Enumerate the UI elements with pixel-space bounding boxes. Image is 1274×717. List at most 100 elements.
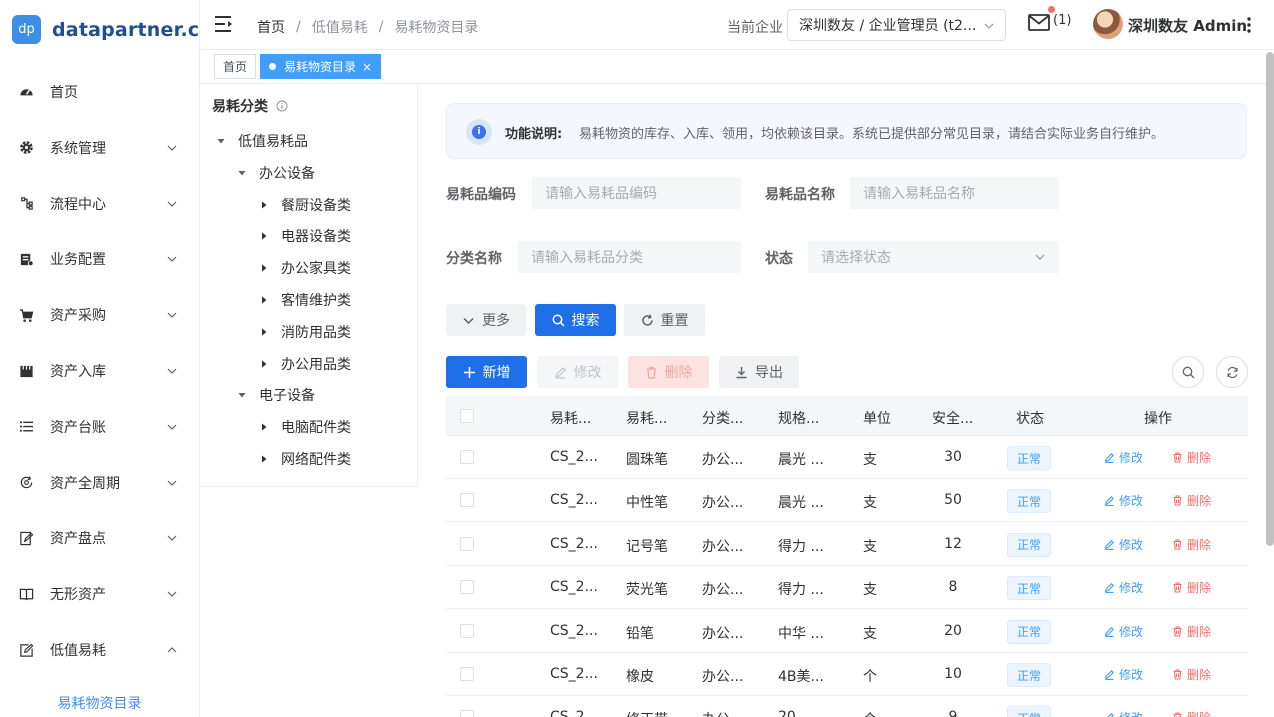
row-edit-link[interactable]: 修改: [1104, 492, 1143, 509]
sidebar-item-5[interactable]: 资产入库: [0, 343, 199, 399]
more-button[interactable]: 更多: [446, 304, 526, 336]
row-checkbox[interactable]: [460, 623, 474, 638]
caret-right-icon[interactable]: [259, 231, 269, 241]
tree-node[interactable]: 低值易耗品: [216, 128, 308, 154]
edit-button[interactable]: 修改: [537, 356, 618, 388]
row-delete-link[interactable]: 删除: [1172, 536, 1211, 553]
tree-node[interactable]: 网络配件类: [259, 446, 351, 472]
close-icon[interactable]: ×: [362, 60, 372, 74]
toggle-search-button[interactable]: [1172, 356, 1204, 388]
mail-count: (1): [1053, 13, 1072, 28]
mail-icon[interactable]: [1028, 12, 1050, 32]
cell-spec: 得力 ...: [778, 538, 824, 555]
logo[interactable]: dp datapartner.cn: [12, 15, 199, 44]
row-edit-link[interactable]: 修改: [1104, 579, 1143, 596]
tree-node[interactable]: 电器设备类: [259, 223, 351, 249]
row-checkbox[interactable]: [460, 493, 474, 508]
caret-down-icon[interactable]: [237, 390, 247, 400]
sidebar-item-9[interactable]: 无形资产: [0, 566, 199, 622]
tree-node[interactable]: 客情维护类: [259, 287, 351, 313]
table-row[interactable]: CS_2... 修正带 办公... 20... 个 9 正常 修改 删除: [446, 696, 1248, 717]
row-delete-link[interactable]: 删除: [1172, 579, 1211, 596]
delete-button[interactable]: 删除: [628, 356, 709, 388]
row-edit-link[interactable]: 修改: [1104, 666, 1143, 683]
row-edit-label: 修改: [1119, 668, 1144, 682]
sidebar-item-3[interactable]: 业务配置: [0, 231, 199, 287]
caret-right-icon[interactable]: [259, 327, 269, 337]
tree-node[interactable]: 办公家具类: [259, 255, 351, 281]
row-checkbox[interactable]: [460, 580, 474, 595]
sidebar-item-8[interactable]: 资产盘点: [0, 510, 199, 566]
row-checkbox[interactable]: [460, 536, 474, 551]
sidebar-item-6[interactable]: 资产台账: [0, 399, 199, 455]
table-row[interactable]: CS_2... 记号笔 办公... 得力 ... 支 12 正常 修改 删除: [446, 522, 1248, 566]
avatar[interactable]: [1093, 9, 1123, 39]
page-scrollbar[interactable]: [1266, 52, 1274, 546]
code-input[interactable]: 请输入易耗品编码: [532, 177, 741, 209]
tree-node[interactable]: 电子设备: [237, 382, 315, 408]
category-input[interactable]: 请输入易耗品分类: [518, 241, 741, 273]
tree-node[interactable]: 办公用品类: [259, 351, 351, 377]
chevron-down-icon: [167, 591, 177, 598]
row-edit-link[interactable]: 修改: [1104, 449, 1143, 466]
menu-toggle-icon[interactable]: [215, 15, 234, 33]
table-row[interactable]: CS_2... 荧光笔 办公... 得力 ... 支 8 正常 修改 删除: [446, 566, 1248, 610]
row-edit-link[interactable]: 修改: [1104, 623, 1143, 640]
caret-right-icon[interactable]: [259, 200, 269, 210]
caret-right-icon[interactable]: [259, 454, 269, 464]
sidebar-item-2[interactable]: 流程中心: [0, 176, 199, 232]
edit-button-label: 修改: [573, 365, 602, 381]
config-icon: [18, 251, 34, 267]
table-row[interactable]: CS_2... 橡皮 办公... 4B美... 个 10 正常 修改 删除: [446, 653, 1248, 696]
row-edit-link[interactable]: 修改: [1104, 536, 1143, 553]
info-icon[interactable]: [276, 100, 288, 112]
refresh-table-button[interactable]: [1216, 356, 1248, 388]
caret-right-icon[interactable]: [259, 422, 269, 432]
row-delete-label: 删除: [1187, 709, 1211, 717]
more-vertical-icon[interactable]: [1246, 17, 1252, 33]
chevron-down-icon: [463, 317, 474, 324]
caret-right-icon[interactable]: [259, 295, 269, 305]
caret-right-icon[interactable]: [259, 263, 269, 273]
select-all-checkbox[interactable]: [460, 409, 474, 423]
company-select[interactable]: 深圳数友 / 企业管理员 (t2...: [787, 9, 1006, 41]
row-checkbox[interactable]: [460, 710, 474, 717]
table-row[interactable]: CS_2... 中性笔 办公... 晨光 ... 支 50 正常 修改 删除: [446, 479, 1248, 523]
status-select[interactable]: 请选择状态: [808, 241, 1059, 273]
caret-down-icon[interactable]: [237, 168, 247, 178]
row-checkbox[interactable]: [460, 450, 474, 464]
tree-node[interactable]: 办公设备: [237, 160, 315, 186]
username[interactable]: 深圳数友 Admin: [1128, 15, 1247, 36]
cell-category: 办公...: [702, 452, 744, 468]
submenu-item-consumables-catalog[interactable]: 易耗物资目录: [0, 688, 199, 717]
sidebar-item-label: 系统管理: [50, 140, 106, 157]
table-row[interactable]: CS_2... 铅笔 办公... 中华 ... 支 20 正常 修改 删除: [446, 609, 1248, 653]
table-row[interactable]: CS_2... 圆珠笔 办公... 晨光 ... 支 30 正常 修改 删除: [446, 436, 1248, 479]
name-input[interactable]: 请输入易耗品名称: [850, 177, 1059, 209]
row-checkbox[interactable]: [460, 667, 474, 681]
add-button[interactable]: 新增: [446, 356, 527, 388]
row-delete-link[interactable]: 删除: [1172, 666, 1211, 683]
tree-node[interactable]: 电脑配件类: [259, 414, 351, 440]
breadcrumb-home[interactable]: 首页: [257, 17, 285, 37]
sidebar-item-7[interactable]: 资产全周期: [0, 455, 199, 511]
row-delete-link[interactable]: 删除: [1172, 449, 1211, 466]
tree-node[interactable]: 餐厨设备类: [259, 192, 351, 218]
caret-right-icon[interactable]: [259, 359, 269, 369]
search-button[interactable]: 搜索: [535, 304, 616, 336]
row-delete-link[interactable]: 删除: [1172, 492, 1211, 509]
row-delete-link[interactable]: 删除: [1172, 709, 1211, 717]
sidebar-item-10[interactable]: 低值易耗: [0, 622, 199, 678]
sidebar-item-4[interactable]: 资产采购: [0, 287, 199, 343]
tree-node[interactable]: 消防用品类: [259, 319, 351, 345]
cell-category: 办公...: [702, 669, 744, 685]
reset-button[interactable]: 重置: [624, 304, 705, 336]
caret-down-icon[interactable]: [216, 136, 226, 146]
export-button[interactable]: 导出: [719, 356, 799, 388]
row-delete-link[interactable]: 删除: [1172, 623, 1211, 640]
tag-home[interactable]: 首页: [214, 54, 257, 79]
sidebar-item-1[interactable]: 系统管理: [0, 120, 199, 176]
tag-consumables-catalog[interactable]: 易耗物资目录 ×: [260, 54, 382, 79]
sidebar-item-0[interactable]: 首页: [0, 64, 199, 120]
row-edit-link[interactable]: 修改: [1104, 709, 1143, 717]
